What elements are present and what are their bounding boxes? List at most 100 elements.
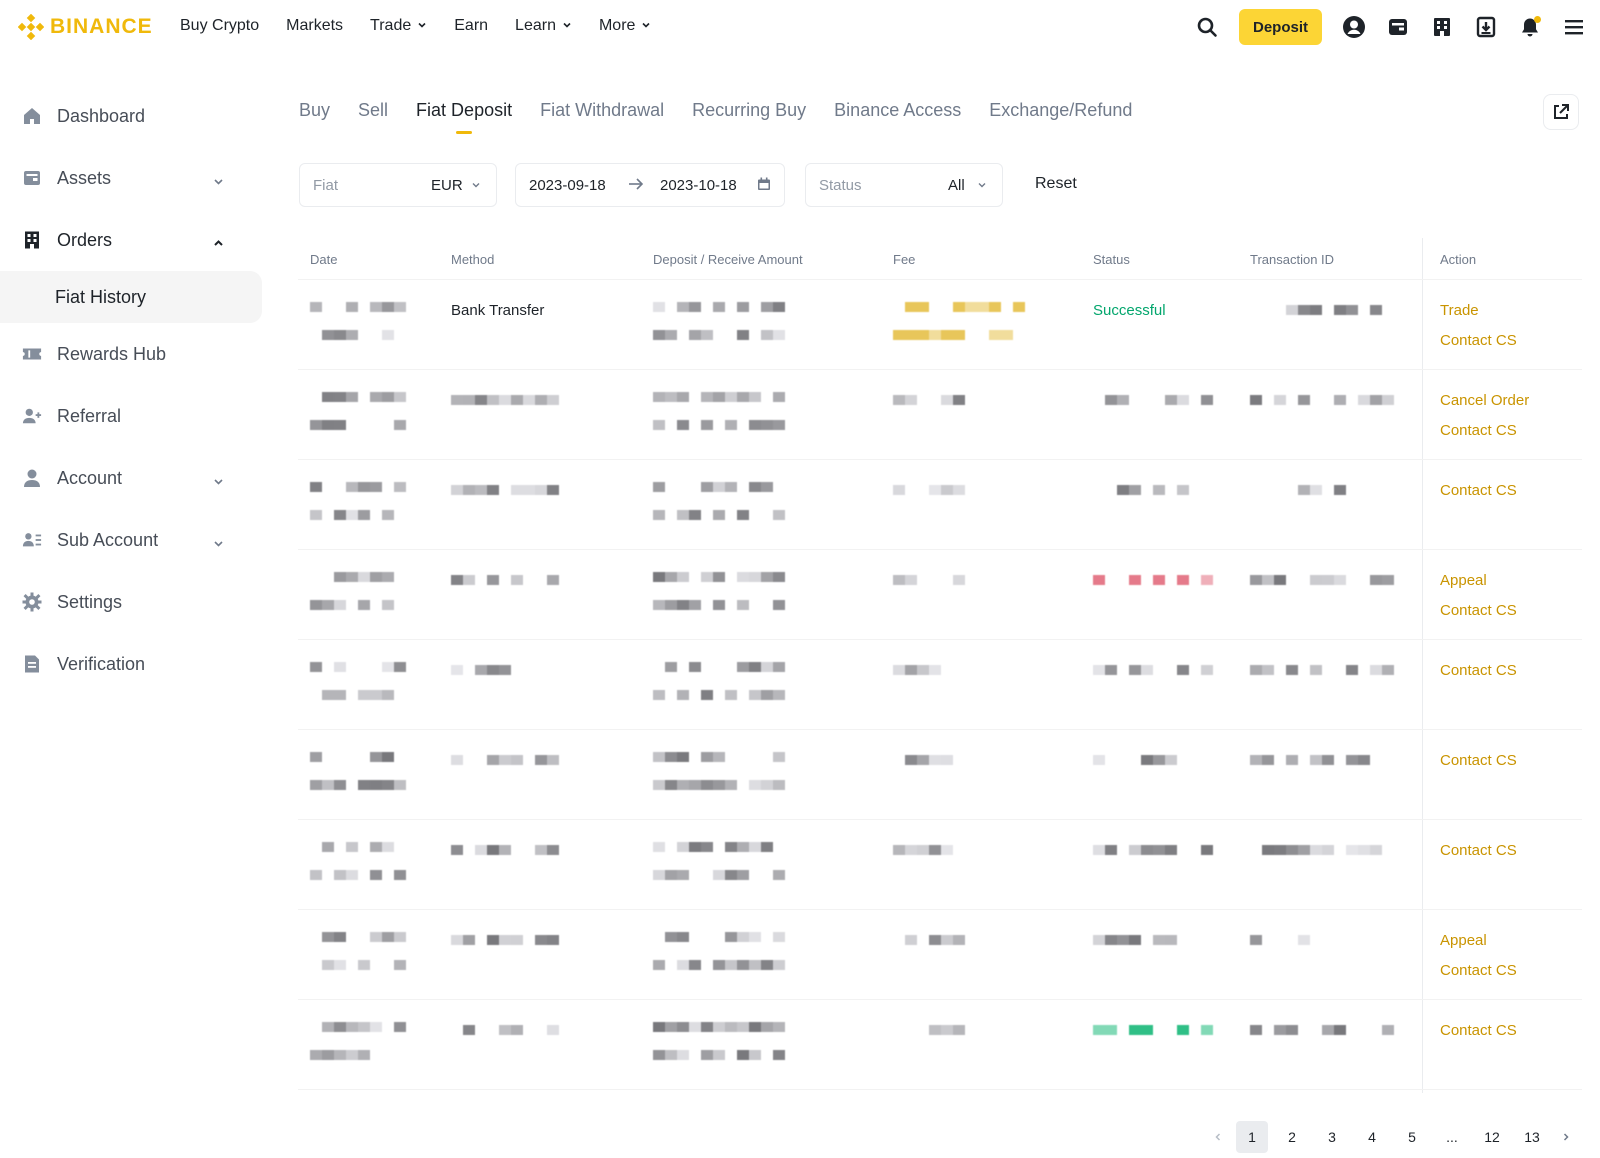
tab-sell[interactable]: Sell [358,100,388,134]
page-4[interactable]: 4 [1356,1121,1388,1153]
fiat-deposit-table: Date Method Deposit / Receive Amount Fee Sta… [298,238,1582,1093]
status-select[interactable]: Status All [805,163,1003,207]
redacted-transaction-id [1250,395,1394,405]
amount-cell [653,1022,785,1064]
tab-fiat-withdrawal[interactable]: Fiat Withdrawal [540,100,664,134]
tab-fiat-deposit[interactable]: Fiat Deposit [416,100,512,134]
table-row: Appeal Contact CS [298,550,1582,640]
status-cell [1093,482,1213,499]
contact-cs-link[interactable]: Contact CS [1440,752,1517,770]
table-header: Date Method Deposit / Receive Amount Fee Sta… [298,238,1582,280]
contact-cs-link[interactable]: Contact CS [1440,662,1517,680]
redacted-date [310,392,406,430]
sidebar-item-fiat-history[interactable]: Fiat History [0,271,262,323]
next-page-icon[interactable] [1556,1121,1576,1153]
sidebar-item-settings[interactable]: Settings [0,571,262,633]
appeal-link[interactable]: Appeal [1440,932,1517,950]
sidebar-item-label: Settings [57,591,123,612]
page-13[interactable]: 13 [1516,1121,1548,1153]
user-icon[interactable] [1342,15,1366,39]
redacted-status [1093,395,1213,405]
date-cell [310,752,406,794]
column-header-method: Method [451,252,495,267]
page-5[interactable]: 5 [1396,1121,1428,1153]
contact-cs-link[interactable]: Contact CS [1440,422,1529,440]
sidebar-item-dashboard[interactable]: Dashboard [0,85,262,147]
contact-cs-link[interactable]: Contact CS [1440,332,1517,350]
top-navigation: BINANCE Buy Crypto Markets Trade Earn Learn M… [0,0,1600,56]
contact-cs-link[interactable]: Contact CS [1440,842,1517,860]
date-cell [310,482,406,524]
appeal-link[interactable]: Appeal [1440,572,1517,590]
arrow-right-icon [628,177,644,195]
nav-link-buy-crypto[interactable]: Buy Crypto [180,17,259,35]
nav-link-learn[interactable]: Learn [515,17,572,35]
column-header-status: Status [1093,252,1130,267]
method-cell [451,392,559,409]
method-cell [451,662,559,679]
fiat-select-value: EUR [431,176,463,194]
notification-dot [1534,16,1541,23]
orders-icon[interactable] [1430,15,1454,39]
date-range-picker[interactable]: 2023-09-18 2023-10-18 [515,163,785,207]
menu-icon[interactable] [1562,15,1586,39]
fee-cell [893,842,965,859]
contact-cs-link[interactable]: Contact CS [1440,602,1517,620]
transaction-id-cell [1250,572,1394,589]
wallet-icon[interactable] [1386,15,1410,39]
contact-cs-link[interactable]: Contact CS [1440,962,1517,980]
nav-link-earn[interactable]: Earn [454,17,488,35]
sidebar-item-sub-account[interactable]: Sub Account [0,509,262,571]
column-header-action: Action [1440,252,1477,267]
redacted-method [451,755,559,765]
fiat-tabs: Buy Sell Fiat Deposit Fiat Withdrawal Recurr… [299,100,1132,134]
bell-icon[interactable] [1518,15,1542,39]
transaction-id-cell [1250,392,1394,409]
tab-buy[interactable]: Buy [299,100,330,134]
method-cell [451,752,559,769]
brand-name: BINANCE [50,15,153,38]
binance-logo[interactable]: BINANCE [18,14,153,40]
nav-link-markets[interactable]: Markets [286,17,343,35]
sidebar-item-label: Orders [57,229,113,250]
amount-cell [653,662,785,704]
tab-exchange-refund[interactable]: Exchange/Refund [989,100,1132,134]
redacted-fee [893,755,965,765]
sidebar-item-rewards-hub[interactable]: Rewards Hub [0,323,262,385]
method-cell [451,932,559,949]
fee-cell [893,752,965,769]
sidebar-item-label: Sub Account [57,529,159,550]
page-3[interactable]: 3 [1316,1121,1348,1153]
redacted-status [1093,575,1213,585]
external-link-icon [1554,104,1569,119]
cancel-order-link[interactable]: Cancel Order [1440,392,1529,410]
page-12[interactable]: 12 [1476,1121,1508,1153]
table-row: Contact CS [298,640,1582,730]
contact-cs-link[interactable]: Contact CS [1440,1022,1517,1040]
search-icon[interactable] [1195,15,1219,39]
amount-cell [653,572,785,614]
reset-button[interactable]: Reset [1035,175,1077,193]
tab-recurring-buy[interactable]: Recurring Buy [692,100,806,134]
page-1[interactable]: 1 [1236,1121,1268,1153]
previous-page-icon[interactable] [1208,1121,1228,1153]
deposit-button[interactable]: Deposit [1238,9,1322,45]
contact-cs-link[interactable]: Contact CS [1440,482,1517,500]
nav-link-more[interactable]: More [599,17,651,35]
trade-link[interactable]: Trade [1440,302,1517,320]
sidebar-item-label: Rewards Hub [57,343,167,364]
sidebar-item-referral[interactable]: Referral [0,385,262,447]
transaction-id-cell [1250,1022,1394,1039]
sidebar-item-verification[interactable]: Verification [0,633,262,695]
fiat-select[interactable]: Fiat EUR [299,163,497,207]
redacted-fee [893,485,965,495]
sidebar-item-account[interactable]: Account [0,447,262,509]
tab-binance-access[interactable]: Binance Access [834,100,961,134]
page-2[interactable]: 2 [1276,1121,1308,1153]
download-icon[interactable] [1474,15,1498,39]
sidebar-item-assets[interactable]: Assets [0,147,262,209]
open-external-button[interactable] [1543,94,1579,130]
sidebar-item-orders[interactable]: Orders [0,209,262,271]
nav-link-trade[interactable]: Trade [370,17,427,35]
chevron-up-icon [213,233,224,254]
